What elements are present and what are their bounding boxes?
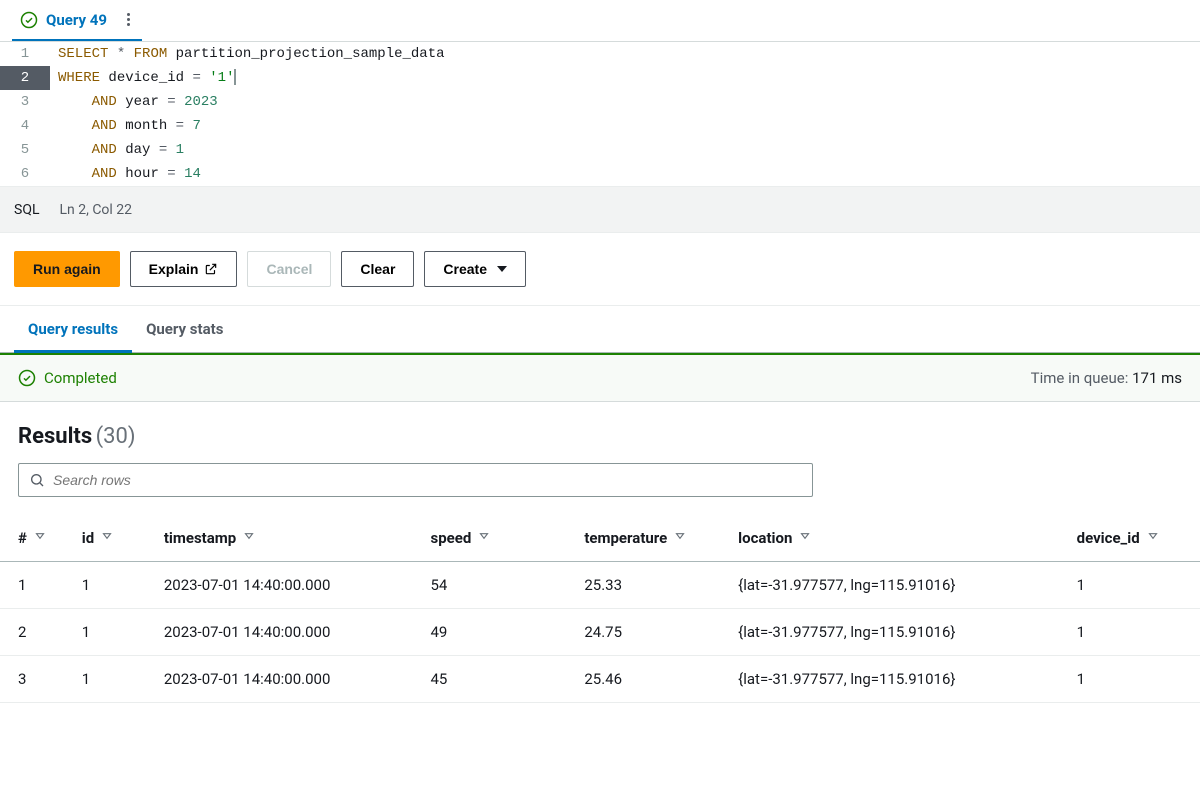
queue-time-value: 171 ms — [1132, 369, 1182, 387]
external-link-icon — [204, 262, 218, 276]
column-label: timestamp — [164, 529, 236, 547]
queue-time-label: Time in queue: — [1031, 369, 1129, 387]
table-row[interactable]: 112023-07-01 14:40:00.0005425.33{lat=-31… — [0, 562, 1200, 609]
action-buttons-row: Run again Explain Cancel Clear Create — [0, 233, 1200, 306]
editor-status-bar: SQL Ln 2, Col 22 — [0, 187, 1200, 233]
check-circle-icon — [18, 369, 36, 387]
check-circle-icon — [20, 11, 38, 29]
line-number: 2 — [0, 66, 50, 90]
table-cell: {lat=-31.977577, lng=115.91016} — [728, 562, 1066, 609]
table-cell: 2023-07-01 14:40:00.000 — [154, 562, 421, 609]
table-cell: 1 — [1067, 656, 1200, 703]
explain-button[interactable]: Explain — [130, 251, 238, 287]
column-header-id[interactable]: id — [72, 515, 154, 562]
line-number: 5 — [0, 138, 50, 162]
column-label: id — [82, 529, 94, 547]
create-dropdown-button[interactable]: Create — [424, 251, 526, 287]
search-icon — [29, 472, 45, 488]
column-header-deviceid[interactable]: device_id — [1067, 515, 1200, 562]
column-header-temperature[interactable]: temperature — [574, 515, 728, 562]
table-cell: {lat=-31.977577, lng=115.91016} — [728, 656, 1066, 703]
sort-icon[interactable] — [477, 529, 491, 547]
search-input[interactable] — [53, 472, 802, 488]
search-rows-box[interactable] — [18, 463, 813, 497]
code-content[interactable]: WHERE device_id = '1' — [50, 66, 236, 90]
code-content[interactable]: SELECT * FROM partition_projection_sampl… — [50, 42, 445, 66]
table-cell: 54 — [420, 562, 574, 609]
table-cell: 49 — [420, 609, 574, 656]
clear-button[interactable]: Clear — [341, 251, 414, 287]
kebab-menu-icon[interactable] — [123, 9, 134, 30]
table-cell: 1 — [1067, 562, 1200, 609]
table-cell: 1 — [72, 609, 154, 656]
table-cell: 2023-07-01 14:40:00.000 — [154, 656, 421, 703]
code-content[interactable]: AND month = 7 — [50, 114, 201, 138]
chevron-down-icon — [497, 266, 507, 272]
editor-line[interactable]: 2WHERE device_id = '1' — [0, 66, 1200, 90]
editor-line[interactable]: 3 AND year = 2023 — [0, 90, 1200, 114]
line-number: 3 — [0, 90, 50, 114]
table-cell: 1 — [0, 562, 72, 609]
sort-icon[interactable] — [33, 529, 47, 547]
table-cell: 1 — [72, 562, 154, 609]
table-cell: 24.75 — [574, 609, 728, 656]
sort-icon[interactable] — [1146, 529, 1160, 547]
table-cell: 2 — [0, 609, 72, 656]
editor-line[interactable]: 5 AND day = 1 — [0, 138, 1200, 162]
column-label: temperature — [584, 529, 667, 547]
table-row[interactable]: 212023-07-01 14:40:00.0004924.75{lat=-31… — [0, 609, 1200, 656]
results-tabs: Query results Query stats — [0, 306, 1200, 353]
column-header-location[interactable]: location — [728, 515, 1066, 562]
column-header-timestamp[interactable]: timestamp — [154, 515, 421, 562]
cancel-button: Cancel — [247, 251, 331, 287]
sort-icon[interactable] — [798, 529, 812, 547]
line-number: 4 — [0, 114, 50, 138]
editor-line[interactable]: 1SELECT * FROM partition_projection_samp… — [0, 42, 1200, 66]
query-status-banner: Completed Time in queue: 171 ms — [0, 353, 1200, 402]
table-cell: 2023-07-01 14:40:00.000 — [154, 609, 421, 656]
sort-icon[interactable] — [242, 529, 256, 547]
sort-icon[interactable] — [100, 529, 114, 547]
results-header: Results (30) — [0, 402, 1200, 463]
query-status-text: Completed — [44, 369, 117, 387]
column-label: device_id — [1077, 529, 1140, 547]
sort-icon[interactable] — [673, 529, 687, 547]
cursor-position: Ln 2, Col 22 — [59, 202, 132, 218]
table-cell: 1 — [72, 656, 154, 703]
column-header-[interactable]: # — [0, 515, 72, 562]
query-tab-label: Query 49 — [46, 11, 107, 29]
column-label: speed — [430, 529, 471, 547]
editor-language: SQL — [14, 202, 39, 218]
table-cell: 1 — [1067, 609, 1200, 656]
table-row[interactable]: 312023-07-01 14:40:00.0004525.46{lat=-31… — [0, 656, 1200, 703]
editor-line[interactable]: 6 AND hour = 14 — [0, 162, 1200, 186]
query-tab-bar: Query 49 — [0, 0, 1200, 42]
tab-query-stats[interactable]: Query stats — [132, 306, 237, 352]
code-content[interactable]: AND day = 1 — [50, 138, 184, 162]
editor-line[interactable]: 4 AND month = 7 — [0, 114, 1200, 138]
code-content[interactable]: AND year = 2023 — [50, 90, 218, 114]
query-tab[interactable]: Query 49 — [12, 0, 142, 41]
create-label: Create — [443, 261, 487, 277]
results-title: Results — [18, 424, 92, 449]
table-cell: 45 — [420, 656, 574, 703]
run-again-button[interactable]: Run again — [14, 251, 120, 287]
table-cell: 25.46 — [574, 656, 728, 703]
explain-label: Explain — [149, 261, 199, 277]
column-header-speed[interactable]: speed — [420, 515, 574, 562]
results-table: # id timestamp speed temperature location devi… — [0, 515, 1200, 703]
table-cell: 25.33 — [574, 562, 728, 609]
column-label: location — [738, 529, 792, 547]
table-cell: {lat=-31.977577, lng=115.91016} — [728, 609, 1066, 656]
line-number: 1 — [0, 42, 50, 66]
sql-editor[interactable]: 1SELECT * FROM partition_projection_samp… — [0, 42, 1200, 187]
code-content[interactable]: AND hour = 14 — [50, 162, 201, 186]
table-cell: 3 — [0, 656, 72, 703]
results-count: (30) — [96, 424, 136, 449]
tab-query-results[interactable]: Query results — [14, 306, 132, 352]
line-number: 6 — [0, 162, 50, 186]
column-label: # — [18, 529, 27, 547]
